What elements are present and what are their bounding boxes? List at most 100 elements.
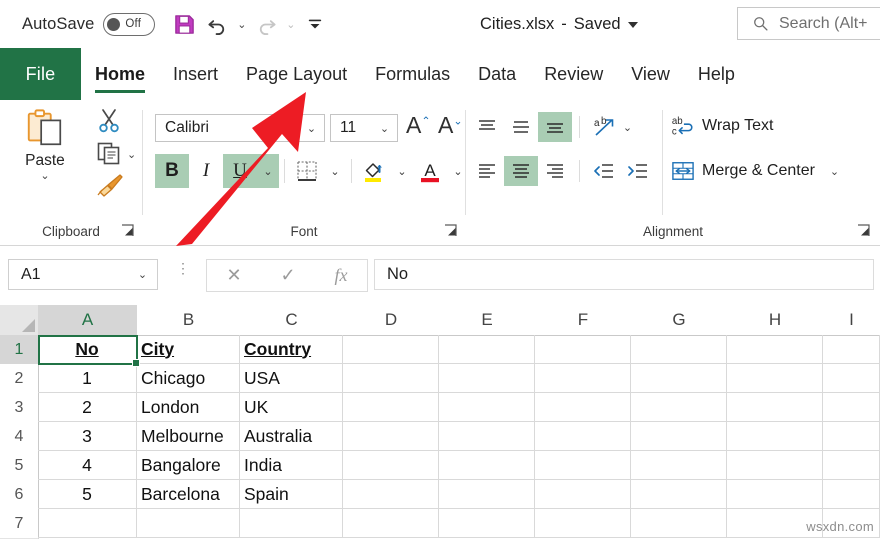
font-color-button[interactable]: A — [413, 154, 447, 188]
cell-c6[interactable]: Spain — [240, 480, 343, 509]
cell-e3[interactable] — [439, 393, 535, 422]
tab-review[interactable]: Review — [530, 48, 617, 100]
cell-b6[interactable]: Barcelona — [137, 480, 240, 509]
row-header-6[interactable]: 6 — [0, 480, 39, 510]
fill-color-button[interactable] — [357, 154, 391, 188]
cell-b5[interactable]: Bangalore — [137, 451, 240, 480]
undo-chevron-down-icon[interactable]: ⌄ — [235, 18, 248, 31]
align-left-button[interactable] — [470, 156, 504, 186]
cancel-icon[interactable]: ✕ — [226, 265, 241, 286]
cell-c5[interactable]: India — [240, 451, 343, 480]
title-chevron-down-icon[interactable] — [627, 22, 638, 28]
row-header-5[interactable]: 5 — [0, 451, 39, 481]
fx-icon[interactable]: fx — [335, 265, 348, 286]
cell-b2[interactable]: Chicago — [137, 364, 240, 393]
copy-chevron-down-icon[interactable]: ⌄ — [127, 148, 136, 161]
column-header-i[interactable]: I — [823, 305, 880, 336]
cell-d6[interactable] — [343, 480, 439, 509]
cell-a6[interactable]: 5 — [38, 480, 137, 509]
cell-i2[interactable] — [823, 364, 880, 393]
column-header-f[interactable]: F — [535, 305, 632, 336]
cell-e1[interactable] — [439, 335, 535, 364]
cell-i5[interactable] — [823, 451, 880, 480]
formula-input[interactable]: No — [374, 259, 874, 290]
cell-g6[interactable] — [631, 480, 727, 509]
tab-home[interactable]: Home — [81, 48, 159, 100]
paste-button[interactable]: Paste ⌄ — [16, 108, 74, 182]
cell-i6[interactable] — [823, 480, 880, 509]
alignment-dialog-launcher-icon[interactable] — [857, 224, 870, 237]
row-header-7[interactable]: 7 — [0, 509, 39, 539]
row-header-2[interactable]: 2 — [0, 364, 39, 394]
cell-g3[interactable] — [631, 393, 727, 422]
cell-a2[interactable]: 1 — [38, 364, 137, 393]
document-title[interactable]: Cities.xlsx - Saved — [480, 0, 638, 48]
row-header-3[interactable]: 3 — [0, 393, 39, 423]
cut-button[interactable] — [96, 108, 126, 138]
orientation-chevron-down-icon[interactable]: ⌄ — [621, 121, 634, 134]
cell-b7[interactable] — [137, 509, 240, 538]
wrap-text-button[interactable]: ab c Wrap Text — [671, 114, 774, 138]
orientation-button[interactable]: a b — [587, 112, 621, 142]
cell-d1[interactable] — [343, 335, 439, 364]
underline-button[interactable]: U — [223, 154, 257, 188]
cell-e4[interactable] — [439, 422, 535, 451]
column-header-c[interactable]: C — [240, 305, 344, 336]
cell-h4[interactable] — [727, 422, 823, 451]
tab-help[interactable]: Help — [684, 48, 749, 100]
cell-c7[interactable] — [240, 509, 343, 538]
align-right-button[interactable] — [538, 156, 572, 186]
merge-chevron-down-icon[interactable]: ⌄ — [828, 165, 841, 178]
enter-icon[interactable]: ✓ — [281, 265, 296, 286]
cell-i1[interactable] — [823, 335, 880, 364]
tab-file[interactable]: File — [0, 48, 81, 100]
search-box[interactable]: Search (Alt+ — [737, 7, 880, 40]
column-header-h[interactable]: H — [727, 305, 824, 336]
grow-font-button[interactable]: A⌃ — [406, 114, 431, 138]
autosave-toggle[interactable]: Off — [103, 12, 156, 36]
cell-f1[interactable] — [535, 335, 631, 364]
cell-h6[interactable] — [727, 480, 823, 509]
name-box[interactable]: A1 ⌄ — [8, 259, 158, 290]
cell-d5[interactable] — [343, 451, 439, 480]
cell-i3[interactable] — [823, 393, 880, 422]
cell-g2[interactable] — [631, 364, 727, 393]
align-bottom-button[interactable] — [538, 112, 572, 142]
font-name-chevron-down-icon[interactable]: ⌄ — [305, 122, 318, 135]
font-name-combobox[interactable]: Calibri ⌄ — [155, 114, 325, 142]
font-size-combobox[interactable]: 11 ⌄ — [330, 114, 398, 142]
cell-h1[interactable] — [727, 335, 823, 364]
tab-view[interactable]: View — [617, 48, 684, 100]
format-painter-button[interactable] — [94, 172, 128, 202]
column-header-a[interactable]: A — [38, 305, 138, 337]
tab-page-layout[interactable]: Page Layout — [232, 48, 361, 100]
borders-button[interactable] — [290, 154, 324, 188]
bold-button[interactable]: B — [155, 154, 189, 188]
cell-a1[interactable]: No — [38, 335, 137, 364]
row-header-1[interactable]: 1 — [0, 335, 40, 365]
cell-a7[interactable] — [38, 509, 137, 538]
cell-f7[interactable] — [535, 509, 631, 538]
save-icon[interactable] — [169, 9, 199, 39]
underline-chevron-down-icon[interactable]: ⌄ — [257, 154, 279, 188]
undo-icon[interactable] — [202, 9, 232, 39]
align-middle-button[interactable] — [504, 112, 538, 142]
cell-b3[interactable]: London — [137, 393, 240, 422]
cell-f2[interactable] — [535, 364, 631, 393]
align-center-button[interactable] — [504, 156, 538, 186]
cell-g7[interactable] — [631, 509, 727, 538]
autosave-control[interactable]: AutoSave Off — [22, 12, 156, 36]
cell-h2[interactable] — [727, 364, 823, 393]
cell-b1[interactable]: City — [137, 335, 240, 364]
cell-h3[interactable] — [727, 393, 823, 422]
tab-insert[interactable]: Insert — [159, 48, 232, 100]
cell-g1[interactable] — [631, 335, 727, 364]
cell-d7[interactable] — [343, 509, 439, 538]
cell-e5[interactable] — [439, 451, 535, 480]
italic-button[interactable]: I — [189, 154, 223, 188]
cell-d4[interactable] — [343, 422, 439, 451]
increase-indent-button[interactable] — [621, 156, 655, 186]
cell-f3[interactable] — [535, 393, 631, 422]
cell-h5[interactable] — [727, 451, 823, 480]
tab-formulas[interactable]: Formulas — [361, 48, 464, 100]
